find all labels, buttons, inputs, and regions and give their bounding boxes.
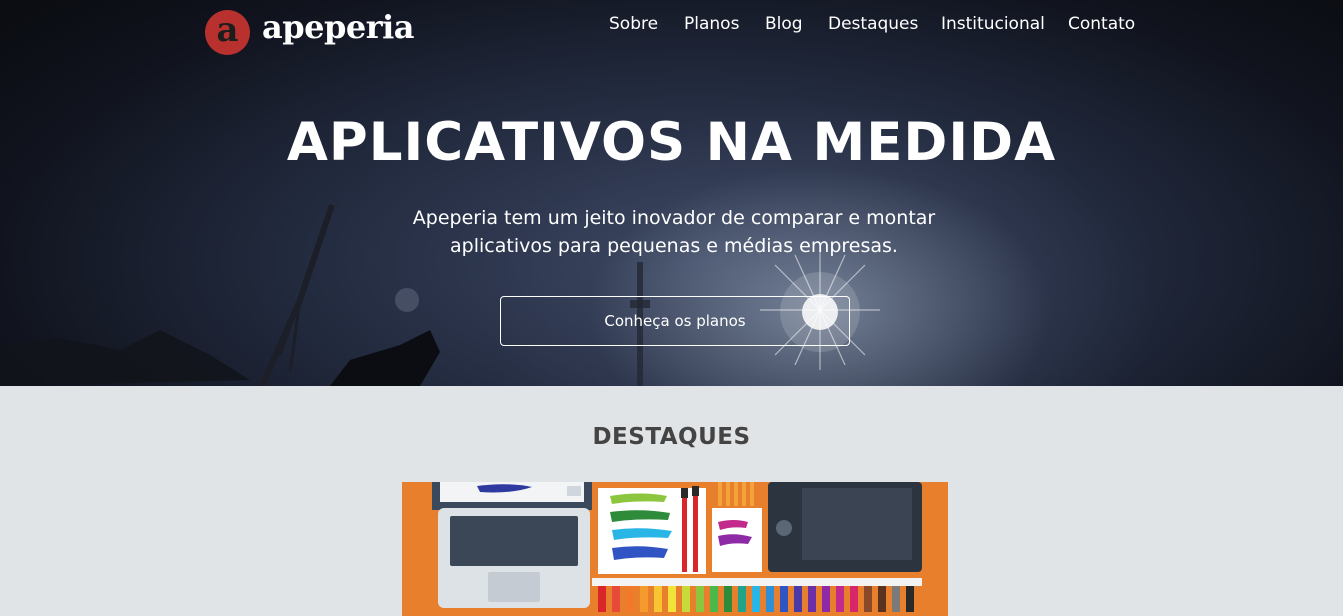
hero-section: a apeperia Sobre Planos Blog Destaques I… <box>0 0 1343 386</box>
nav-link-contato[interactable]: Contato <box>1068 14 1135 34</box>
highlight-image[interactable] <box>402 482 948 616</box>
nav-links: Sobre Planos Blog Destaques Instituciona… <box>0 14 1343 38</box>
view-plans-button[interactable]: Conheça os planos <box>500 296 850 346</box>
nav-link-sobre[interactable]: Sobre <box>609 14 658 34</box>
nav-link-destaques[interactable]: Destaques <box>828 14 918 34</box>
top-navigation: a apeperia Sobre Planos Blog Destaques I… <box>0 0 1343 56</box>
hero-title: APLICATIVOS NA MEDIDA <box>286 112 1057 173</box>
hero-subtitle: Apeperia tem um jeito inovador de compar… <box>412 207 936 257</box>
highlights-title: DESTAQUES <box>592 424 751 450</box>
nav-link-planos[interactable]: Planos <box>684 14 739 34</box>
nav-link-institucional[interactable]: Institucional <box>941 14 1045 34</box>
nav-link-blog[interactable]: Blog <box>765 14 803 34</box>
